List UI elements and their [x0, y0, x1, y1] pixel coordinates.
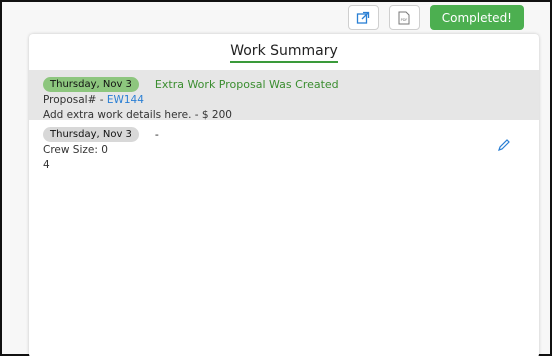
- entry-title: Extra Work Proposal Was Created: [154, 77, 339, 91]
- entry-title: -: [154, 127, 159, 141]
- pencil-icon[interactable]: [497, 138, 511, 152]
- pdf-icon: PDF: [398, 11, 410, 24]
- date-badge: Thursday, Nov 3: [43, 76, 139, 92]
- proposal-link[interactable]: EW144: [107, 94, 144, 106]
- card-title: Work Summary: [29, 34, 539, 70]
- proposal-prefix: Proposal# -: [43, 94, 107, 106]
- toolbar: PDF Completed!: [347, 5, 524, 30]
- work-summary-title: Work Summary: [230, 43, 338, 63]
- pdf-button[interactable]: PDF: [388, 5, 420, 30]
- completed-button-label: Completed!: [441, 10, 512, 25]
- completed-button[interactable]: Completed!: [429, 5, 524, 30]
- work-summary-card: Work Summary Thursday, Nov 3 Extra Work …: [29, 34, 539, 356]
- export-button[interactable]: [347, 5, 379, 30]
- external-link-icon: [357, 11, 370, 24]
- app-frame: PDF Completed! Work Summary Thursday, No…: [0, 0, 552, 356]
- pdf-icon-text: PDF: [401, 18, 408, 22]
- proposal-line: Proposal# - EW144: [43, 94, 525, 107]
- summary-entry: Thursday, Nov 3 - Crew Size: 0 4: [29, 120, 539, 178]
- crew-size: Crew Size: 0: [43, 144, 108, 156]
- entry-extra: 4: [43, 159, 50, 171]
- date-badge: Thursday, Nov 3: [43, 126, 139, 142]
- summary-entry: Thursday, Nov 3 Extra Work Proposal Was …: [29, 70, 539, 121]
